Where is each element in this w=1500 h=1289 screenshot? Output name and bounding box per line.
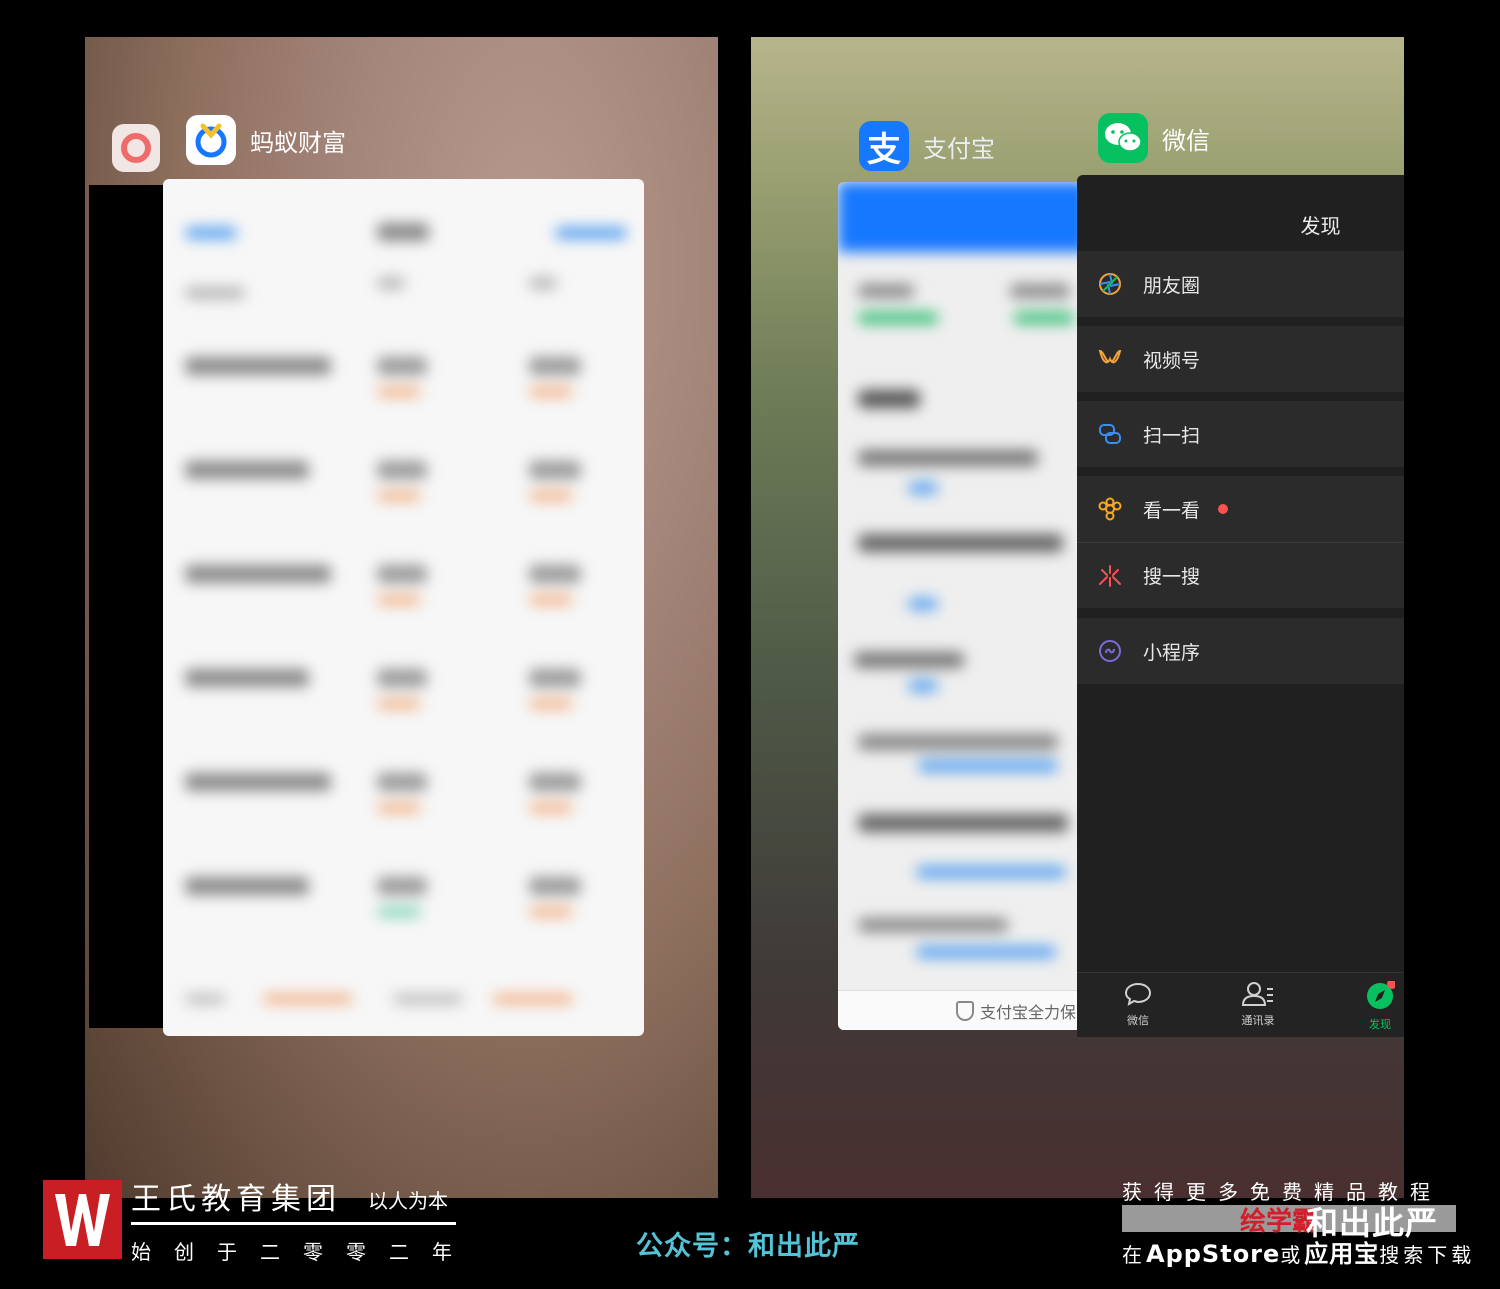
promo-suffix: 搜索下载 [1379, 1243, 1476, 1267]
background-card-strip[interactable] [89, 185, 163, 1028]
menu-item-moments[interactable]: 朋友圈 [1077, 251, 1404, 317]
menu-item-channels[interactable]: 视频号 [1077, 326, 1404, 392]
top-stories-icon [1097, 496, 1123, 522]
app-switcher-left: 蚂蚁财富 [85, 37, 718, 1198]
wang-education-logo [43, 1180, 122, 1259]
tab-discover-label: 发现 [1369, 1018, 1391, 1031]
mini-program-icon [1097, 638, 1123, 664]
brand-divider [131, 1222, 456, 1225]
menu-label-scan: 扫一扫 [1143, 424, 1201, 447]
menu-item-scan[interactable]: 扫一扫 [1077, 401, 1404, 467]
promo-prefix: 在 [1122, 1243, 1146, 1267]
official-account-text: 公众号：和出此严 [636, 1231, 860, 1262]
chat-icon [1124, 982, 1152, 1007]
promo-download-text: 在AppStore或应用宝搜索下载 [1122, 1234, 1475, 1269]
menu-item-search[interactable]: 搜一搜 [1077, 542, 1404, 608]
alipay-card[interactable]: 支付宝全力保 [838, 182, 1088, 1030]
alipay-footer-text: 支付宝全力保 [980, 1002, 1077, 1022]
moments-icon [1097, 271, 1123, 297]
tab-contacts-label: 通讯录 [1241, 1014, 1275, 1027]
shield-icon [956, 1000, 974, 1021]
wechat-header[interactable]: 微信 [1098, 113, 1210, 163]
ant-fortune-name: 蚂蚁财富 [250, 128, 346, 157]
brand-slogan: 以人为本 [368, 1189, 448, 1213]
ant-fortune-card[interactable] [163, 179, 644, 1036]
promo-or: 或 [1280, 1243, 1305, 1267]
background-app-icon[interactable] [112, 124, 160, 172]
wechat-discover-card[interactable]: 发现 朋友圈 视频号 扫一扫 看一看 搜一搜 小程序 微信 通讯录 发现 [1077, 175, 1404, 1037]
alipay-name: 支付宝 [923, 134, 995, 163]
logo-w-icon [55, 1194, 110, 1246]
scan-icon [1097, 421, 1123, 447]
brand-founded: 始创于二零零二年 [131, 1240, 475, 1264]
menu-label-channels: 视频号 [1143, 349, 1201, 372]
alipay-icon: 支 [859, 121, 909, 171]
tab-discover[interactable]: 发现 [1345, 979, 1404, 1032]
promo-yyb: 应用宝 [1304, 1240, 1380, 1268]
menu-item-top-stories[interactable]: 看一看 [1077, 476, 1404, 542]
menu-item-mini-programs[interactable]: 小程序 [1077, 618, 1404, 684]
bottom-tab-bar: 微信 通讯录 发现 [1077, 972, 1404, 1037]
tab-contacts[interactable]: 通讯录 [1223, 981, 1293, 1028]
discover-icon [1367, 979, 1397, 1009]
promo-appstore: AppStore [1146, 1240, 1281, 1268]
tab-chats[interactable]: 微信 [1103, 981, 1173, 1028]
contacts-icon [1241, 982, 1273, 1006]
tab-chats-label: 微信 [1127, 1014, 1149, 1027]
brand-title: 王氏教育集团 [131, 1182, 341, 1217]
menu-label-moments: 朋友圈 [1143, 274, 1201, 297]
wechat-icon [1098, 113, 1148, 163]
menu-label-top-stories: 看一看 [1143, 499, 1201, 522]
page-title: 发现 [1300, 214, 1341, 238]
wechat-name: 微信 [1162, 126, 1210, 155]
alipay-footer: 支付宝全力保 [838, 990, 1088, 1030]
ant-fortune-icon [186, 115, 236, 165]
menu-label-search: 搜一搜 [1143, 566, 1201, 588]
search-icon [1097, 563, 1123, 589]
app-switcher-right: 支 支付宝 微信 支付宝全力保 发现 朋友圈 视频号 扫一扫 看一看 搜一搜 小… [751, 37, 1404, 1198]
menu-label-mini-programs: 小程序 [1143, 641, 1201, 664]
ant-fortune-header[interactable]: 蚂蚁财富 [186, 115, 346, 165]
notification-dot [1218, 504, 1229, 514]
alipay-header[interactable]: 支 支付宝 [859, 121, 995, 171]
channels-icon [1097, 346, 1123, 372]
